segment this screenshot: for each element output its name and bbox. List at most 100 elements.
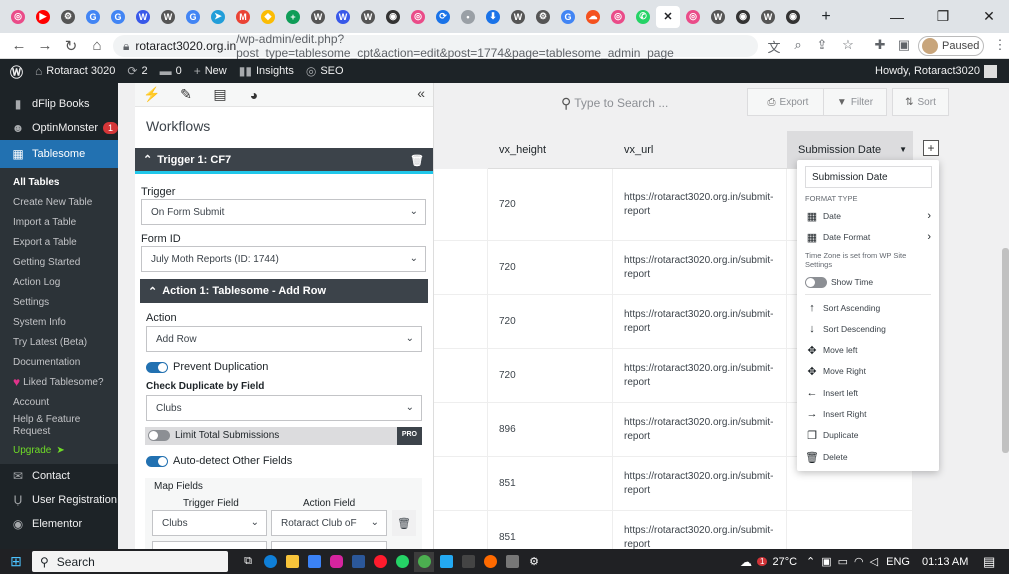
- sidebar-item-user-registration[interactable]: Ụ User Registration: [0, 488, 118, 512]
- submenu-item-all-tables[interactable]: All Tables: [0, 172, 118, 192]
- action-header[interactable]: ⌃ Action 1: Tablesome - Add Row: [140, 279, 428, 303]
- browser-tab[interactable]: G: [81, 6, 105, 28]
- notifications-icon[interactable]: ▤: [983, 549, 995, 574]
- cell-vx-height[interactable]: 720: [488, 169, 613, 241]
- browser-tab[interactable]: G: [556, 6, 580, 28]
- sidebar-item-dflip-books[interactable]: ▮ dFlip Books: [0, 92, 118, 116]
- browser-tab[interactable]: ◎: [6, 6, 30, 28]
- side-panel-icon[interactable]: ▣: [894, 37, 914, 55]
- cell-vx-url[interactable]: https://rotaract3020.org.in/submit-repor…: [613, 511, 787, 549]
- limit-submissions-toggle[interactable]: [148, 430, 170, 441]
- windows-start-icon[interactable]: ⊞: [0, 553, 32, 570]
- trigger-header[interactable]: ⌃ Trigger 1: CF7 🗑︎: [135, 148, 433, 174]
- submenu-item-upgrade[interactable]: Upgrade ➤: [0, 440, 118, 460]
- forward-icon[interactable]: →: [32, 37, 58, 54]
- browser-tab[interactable]: •: [456, 6, 480, 28]
- browser-tab[interactable]: M: [231, 6, 255, 28]
- trash-icon[interactable]: 🗑︎: [410, 154, 424, 167]
- sidebar-item-contact[interactable]: ✉ Contact: [0, 464, 118, 488]
- zoom-icon[interactable]: ⌕: [788, 37, 808, 55]
- submenu-item-help-feature-request[interactable]: Help & Feature Request: [0, 412, 118, 440]
- cell-vx-height[interactable]: 720: [488, 295, 613, 349]
- browser-tab[interactable]: W: [506, 6, 530, 28]
- browser-tab[interactable]: ⚙: [531, 6, 555, 28]
- taskbar-search[interactable]: ⚲ Search: [32, 551, 228, 572]
- browser-tab[interactable]: ✕: [656, 5, 680, 28]
- add-column-button[interactable]: +: [923, 140, 939, 156]
- browser-tab[interactable]: ◉: [381, 6, 405, 28]
- comments-link[interactable]: ▬ 0: [160, 64, 182, 78]
- submenu-item-system-info[interactable]: System Info: [0, 312, 118, 332]
- scrollbar-thumb[interactable]: [1002, 248, 1009, 453]
- submenu-item-try-latest-beta[interactable]: Try Latest (Beta): [0, 332, 118, 352]
- column-header-vx-height[interactable]: vx_height: [488, 131, 613, 169]
- cell-hidden-column[interactable]: [434, 295, 488, 349]
- file-explorer-icon[interactable]: [282, 552, 302, 572]
- calculator-icon[interactable]: [502, 552, 522, 572]
- new-tab-button[interactable]: +: [814, 6, 838, 28]
- howdy-account-link[interactable]: Howdy, Rotaract3020: [875, 59, 997, 83]
- browser-tab[interactable]: W: [756, 6, 780, 28]
- task-view-icon[interactable]: ⧉: [238, 552, 258, 572]
- duplicate-option[interactable]: ❐ Duplicate: [805, 426, 931, 444]
- browser-tab[interactable]: ◎: [606, 6, 630, 28]
- browser-tab[interactable]: ◆: [256, 6, 280, 28]
- home-icon[interactable]: ⌂: [84, 37, 110, 54]
- browser-tab[interactable]: W: [356, 6, 380, 28]
- sort-ascending-option[interactable]: ↑ Sort Ascending: [805, 299, 931, 317]
- browser-tab[interactable]: ✆: [631, 6, 655, 28]
- sidebar-item-elementor[interactable]: ◉ Elementor: [0, 512, 118, 536]
- cell-vx-height[interactable]: 851: [488, 457, 613, 511]
- map-action-field-select[interactable]: Rotaract Club oF ⌄: [271, 510, 387, 536]
- profile-button[interactable]: Paused: [918, 36, 984, 56]
- browser-tab[interactable]: ◎: [406, 6, 430, 28]
- submenu-item-liked-tablesome[interactable]: ♥ Liked Tablesome?: [0, 372, 118, 392]
- browser-tab[interactable]: ➤: [206, 6, 230, 28]
- prevent-duplication-toggle[interactable]: [146, 361, 168, 373]
- cell-vx-height[interactable]: 720: [488, 241, 613, 295]
- submenu-item-create-new-table[interactable]: Create New Table: [0, 192, 118, 212]
- export-button[interactable]: ⎙ Export: [747, 88, 829, 116]
- submenu-item-getting-started[interactable]: Getting Started: [0, 252, 118, 272]
- lightning-icon[interactable]: ⚡: [135, 86, 169, 103]
- cell-hidden-column[interactable]: [434, 457, 488, 511]
- cell-vx-url[interactable]: https://rotaract3020.org.in/submit-repor…: [613, 457, 787, 511]
- vscode-icon[interactable]: [436, 552, 456, 572]
- date-option[interactable]: ▦ Date ›: [805, 207, 931, 225]
- new-content-link[interactable]: + New: [194, 64, 227, 78]
- address-bar[interactable]: 🔒︎ rotaract3020.org.in/wp-admin/edit.php…: [113, 32, 758, 60]
- cell-hidden-column[interactable]: [434, 349, 488, 403]
- instagram-icon[interactable]: [326, 552, 346, 572]
- insert-left-option[interactable]: ← Insert left: [805, 384, 931, 402]
- extensions-icon[interactable]: ✚: [870, 37, 890, 55]
- cell-hidden-column[interactable]: [434, 169, 488, 241]
- browser-tab[interactable]: ⬇: [481, 6, 505, 28]
- map-action-field-select-2[interactable]: [271, 541, 387, 549]
- minimize-icon[interactable]: —: [874, 0, 920, 33]
- submenu-item-export-a-table[interactable]: Export a Table: [0, 232, 118, 252]
- column-header-vx-url[interactable]: vx_url: [613, 131, 787, 169]
- remove-mapping-button[interactable]: 🗑︎: [392, 510, 416, 536]
- action-select[interactable]: Add Row ⌄: [146, 326, 422, 352]
- browser-tab[interactable]: ▶: [31, 6, 55, 28]
- close-icon[interactable]: ✕: [661, 10, 675, 24]
- cell-vx-url[interactable]: https://rotaract3020.org.in/submit-repor…: [613, 403, 787, 457]
- cell-vx-url[interactable]: https://rotaract3020.org.in/submit-repor…: [613, 241, 787, 295]
- store-icon[interactable]: [304, 552, 324, 572]
- close-window-icon[interactable]: ✕: [966, 0, 1009, 33]
- move-left-option[interactable]: ✥ Move left: [805, 341, 931, 359]
- submenu-item-account[interactable]: Account: [0, 392, 118, 412]
- collapse-panel-icon[interactable]: «: [417, 85, 425, 101]
- cell-vx-url[interactable]: https://rotaract3020.org.in/submit-repor…: [613, 169, 787, 241]
- insert-right-option[interactable]: → Insert Right: [805, 405, 931, 423]
- cell-vx-url[interactable]: https://rotaract3020.org.in/submit-repor…: [613, 295, 787, 349]
- browser-tab[interactable]: G: [106, 6, 130, 28]
- sidebar-item-optinmonster[interactable]: ☻ OptinMonster 1: [0, 116, 118, 140]
- cell-vx-height[interactable]: 720: [488, 349, 613, 403]
- browser-tab[interactable]: W: [331, 6, 355, 28]
- column-name-input[interactable]: Submission Date: [805, 166, 932, 188]
- submenu-item-action-log[interactable]: Action Log: [0, 272, 118, 292]
- submenu-item-import-a-table[interactable]: Import a Table: [0, 212, 118, 232]
- chrome-icon[interactable]: [414, 551, 434, 572]
- bookmark-star-icon[interactable]: ☆: [838, 37, 858, 55]
